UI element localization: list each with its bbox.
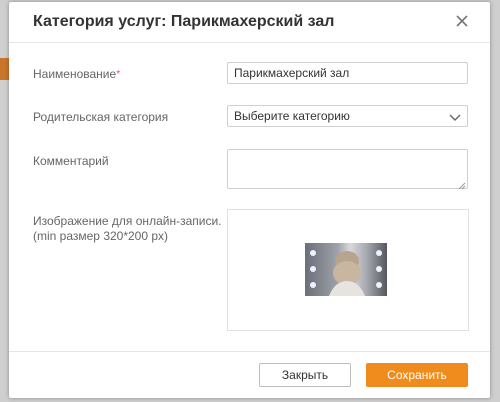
category-image xyxy=(305,243,387,296)
chevron-down-icon xyxy=(449,111,461,121)
resize-handle-icon[interactable] xyxy=(458,179,466,190)
required-mark: * xyxy=(116,69,121,80)
save-button[interactable]: Сохранить xyxy=(366,363,468,387)
name-input[interactable]: Парикмахерский зал xyxy=(227,62,468,84)
parent-category-label: Родительская категория xyxy=(33,110,169,124)
dialog-title: Категория услуг: Парикмахерский зал xyxy=(33,13,335,30)
image-label-line1: Изображение для онлайн-записи. xyxy=(33,214,222,228)
comment-label: Комментарий xyxy=(33,154,109,168)
comment-textarea[interactable] xyxy=(227,149,468,190)
image-upload-area[interactable] xyxy=(227,209,469,331)
close-button[interactable]: Закрыть xyxy=(259,363,351,387)
image-label-line2: (min размер 320*200 px) xyxy=(33,229,169,243)
dialog-header: Категория услуг: Парикмахерский зал xyxy=(9,2,490,43)
category-dialog: Категория услуг: Парикмахерский зал Наим… xyxy=(9,2,490,398)
dialog-footer: Закрыть Сохранить xyxy=(9,351,490,399)
parent-category-select[interactable]: Выберите категорию xyxy=(227,105,468,127)
name-label: Наименование* xyxy=(33,67,120,82)
name-label-text: Наименование xyxy=(33,67,117,81)
image-label: Изображение для онлайн-записи. (min разм… xyxy=(33,214,221,244)
close-icon[interactable] xyxy=(454,13,470,29)
name-input-value: Парикмахерский зал xyxy=(234,66,350,80)
parent-category-value: Выберите категорию xyxy=(234,109,350,123)
